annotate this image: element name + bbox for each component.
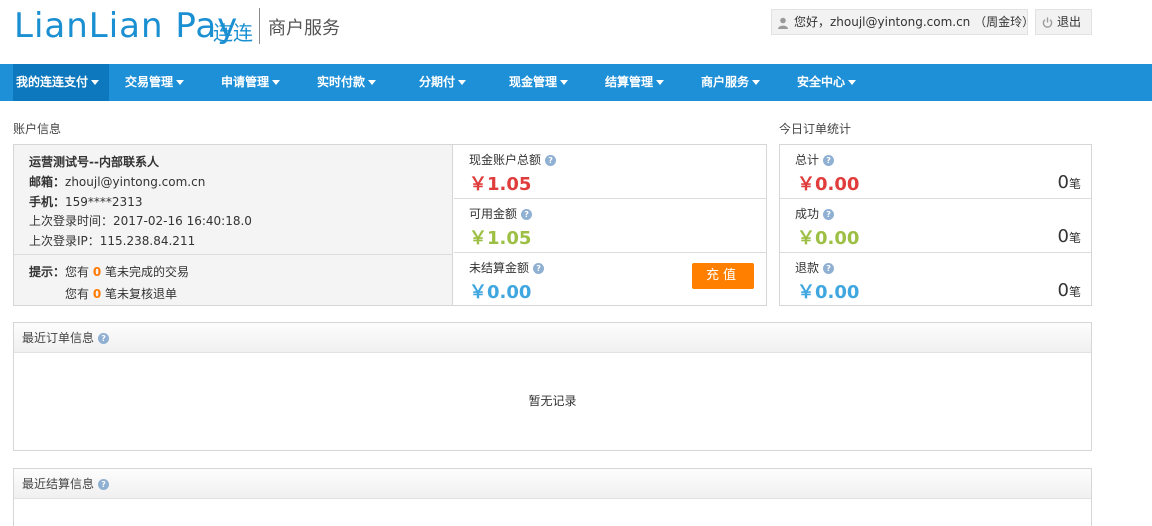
account-info: 运营测试号--内部联系人 邮箱：zhoujl@yintong.com.cn 手机… [14,145,453,305]
cash-total-label: 现金账户总额 [469,153,542,167]
logo-divider [259,8,260,44]
last-login-time-row: 上次登录时间：2017-02-16 16:40:18.0 [29,214,252,228]
stat-success-count: 0笔 [1057,226,1081,247]
account-email-row: 邮箱：zhoujl@yintong.com.cn [29,175,206,189]
tip-row-2: 您有 0 笔未复核退单 [65,287,178,301]
account-email: zhoujl@yintong.com.cn [65,175,206,189]
recent-settlements-box: 最近结算信息? [13,468,1092,526]
today-section-title: 今日订单统计 [779,122,852,136]
help-icon[interactable]: ? [98,333,110,344]
account-divider [14,254,453,255]
recent-orders-title: 最近订单信息 [22,331,95,345]
power-icon [1042,17,1053,28]
recent-settlements-header: 最近结算信息? [14,469,1091,499]
tip-row-1: 提示：您有 0 笔未完成的交易 [29,265,190,279]
pending-refunds-count[interactable]: 0 [93,287,101,301]
nav-item-settlement[interactable]: 结算管理 [605,64,665,101]
recent-orders-empty: 暂无记录 [528,394,577,408]
available-amount: ￥1.05 [469,228,532,249]
stat-total: 总计? ￥0.00 0笔 [780,145,1091,199]
caret-down-icon [176,80,185,85]
stat-total-amount: ￥0.00 [797,174,860,195]
cash-total-cell: 现金账户总额? ￥1.05 [454,145,766,199]
stat-refund-count: 0笔 [1057,280,1081,301]
stat-success: 成功? ￥0.00 0笔 [780,199,1091,253]
stat-refund: 退款? ￥0.00 0笔 [795,261,1081,303]
help-icon[interactable]: ? [533,263,545,274]
caret-down-icon [848,80,857,85]
cash-total-amount: ￥1.05 [469,174,532,195]
last-login-ip: 115.238.84.211 [99,234,196,248]
caret-down-icon [272,80,281,85]
pending-transactions-count[interactable]: 0 [93,265,101,279]
account-panel: 运营测试号--内部联系人 邮箱：zhoujl@yintong.com.cn 手机… [13,144,767,306]
nav-item-realtime-payment[interactable]: 实时付款 [317,64,377,101]
brand-logo[interactable]: LianLian Pay [14,6,238,46]
recharge-button[interactable]: 充值 [692,263,754,289]
nav-item-applications[interactable]: 申请管理 [221,64,281,101]
available-cell: 可用金额? ￥1.05 [454,199,766,253]
nav-item-installment[interactable]: 分期付 [419,64,467,101]
caret-down-icon [656,80,665,85]
user-greeting-box: 您好，zhoujl@yintong.com.cn （周金玲） [771,9,1034,35]
nav-item-my-lianlian[interactable]: 我的连连支付 [13,64,109,101]
caret-down-icon [752,80,761,85]
user-icon [778,17,788,29]
caret-down-icon [368,80,377,85]
logout-button[interactable]: 退出 [1035,9,1092,35]
unsettled-amount: ￥0.00 [469,282,532,303]
help-icon[interactable]: ? [823,209,835,220]
nav-item-merchant-service[interactable]: 商户服务 [701,64,761,101]
brand-logo-cn: 连连 [213,21,253,45]
today-stats-panel: 总计? ￥0.00 0笔 成功? ￥0.00 0笔 退款? ￥0.00 0笔 [779,144,1092,306]
account-section-title: 账户信息 [13,122,62,136]
account-name: 运营测试号--内部联系人 [29,155,159,169]
help-icon[interactable]: ? [521,209,533,220]
caret-down-icon [91,80,100,85]
available-label: 可用金额 [469,207,518,221]
unsettled-cell: 未结算金额? ￥0.00 充值 [454,253,766,307]
nav-item-cash-management[interactable]: 现金管理 [509,64,569,101]
help-icon[interactable]: ? [823,263,835,274]
account-phone-row: 手机：159****2313 [29,195,143,209]
account-phone: 159****2313 [65,195,143,209]
stat-success-amount: ￥0.00 [797,228,860,249]
help-icon[interactable]: ? [823,155,835,166]
help-icon[interactable]: ? [98,479,110,490]
nav-item-transactions[interactable]: 交易管理 [125,64,185,101]
last-login-time: 2017-02-16 16:40:18.0 [113,214,252,228]
last-login-ip-row: 上次登录IP：115.238.84.211 [29,234,196,248]
user-greeting: 您好，zhoujl@yintong.com.cn （周金玲） [794,15,1035,29]
recent-orders-header: 最近订单信息? [14,323,1091,353]
stat-total-count: 0笔 [1057,172,1081,193]
recent-settlements-title: 最近结算信息 [22,477,95,491]
caret-down-icon [560,80,569,85]
logout-label: 退出 [1057,15,1082,29]
help-icon[interactable]: ? [545,155,557,166]
caret-down-icon [458,80,467,85]
recent-orders-box: 最近订单信息? 暂无记录 [13,322,1092,451]
header: LianLian Pay 连连 商户服务 您好，zhoujl@yintong.c… [0,0,1152,64]
brand-subtitle: 商户服务 [268,18,340,39]
nav-item-security-center[interactable]: 安全中心 [797,64,857,101]
stat-refund-amount: ￥0.00 [797,282,860,303]
main-nav: 我的连连支付 交易管理 申请管理 实时付款 分期付 现金管理 结算管理 商户服务… [0,64,1152,101]
unsettled-label: 未结算金额 [469,261,530,275]
